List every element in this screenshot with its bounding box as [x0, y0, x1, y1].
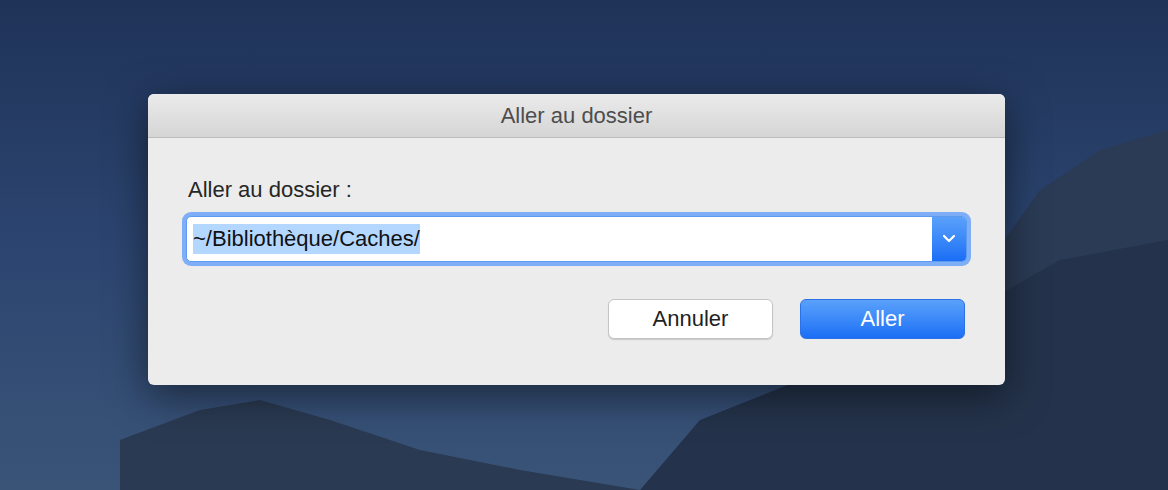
- dialog-body: Aller au dossier : ~/Bibliothèque/Caches/…: [148, 138, 1005, 339]
- folder-path-combobox[interactable]: ~/Bibliothèque/Caches/: [186, 216, 967, 262]
- chevron-down-icon: [942, 234, 956, 244]
- button-row: Annuler Aller: [186, 299, 967, 339]
- go-button[interactable]: Aller: [800, 299, 965, 339]
- folder-path-text: ~/Bibliothèque/Caches/: [193, 224, 420, 254]
- go-to-folder-dialog: Aller au dossier Aller au dossier : ~/Bibl…: [148, 94, 1005, 385]
- field-label: Aller au dossier :: [188, 176, 967, 204]
- desktop: Aller au dossier Aller au dossier : ~/Bibl…: [0, 0, 1168, 490]
- folder-path-input[interactable]: ~/Bibliothèque/Caches/: [187, 217, 932, 261]
- history-dropdown-button[interactable]: [932, 217, 966, 261]
- window-title: Aller au dossier: [501, 99, 653, 132]
- cancel-button[interactable]: Annuler: [608, 299, 773, 339]
- title-bar: Aller au dossier: [148, 94, 1005, 138]
